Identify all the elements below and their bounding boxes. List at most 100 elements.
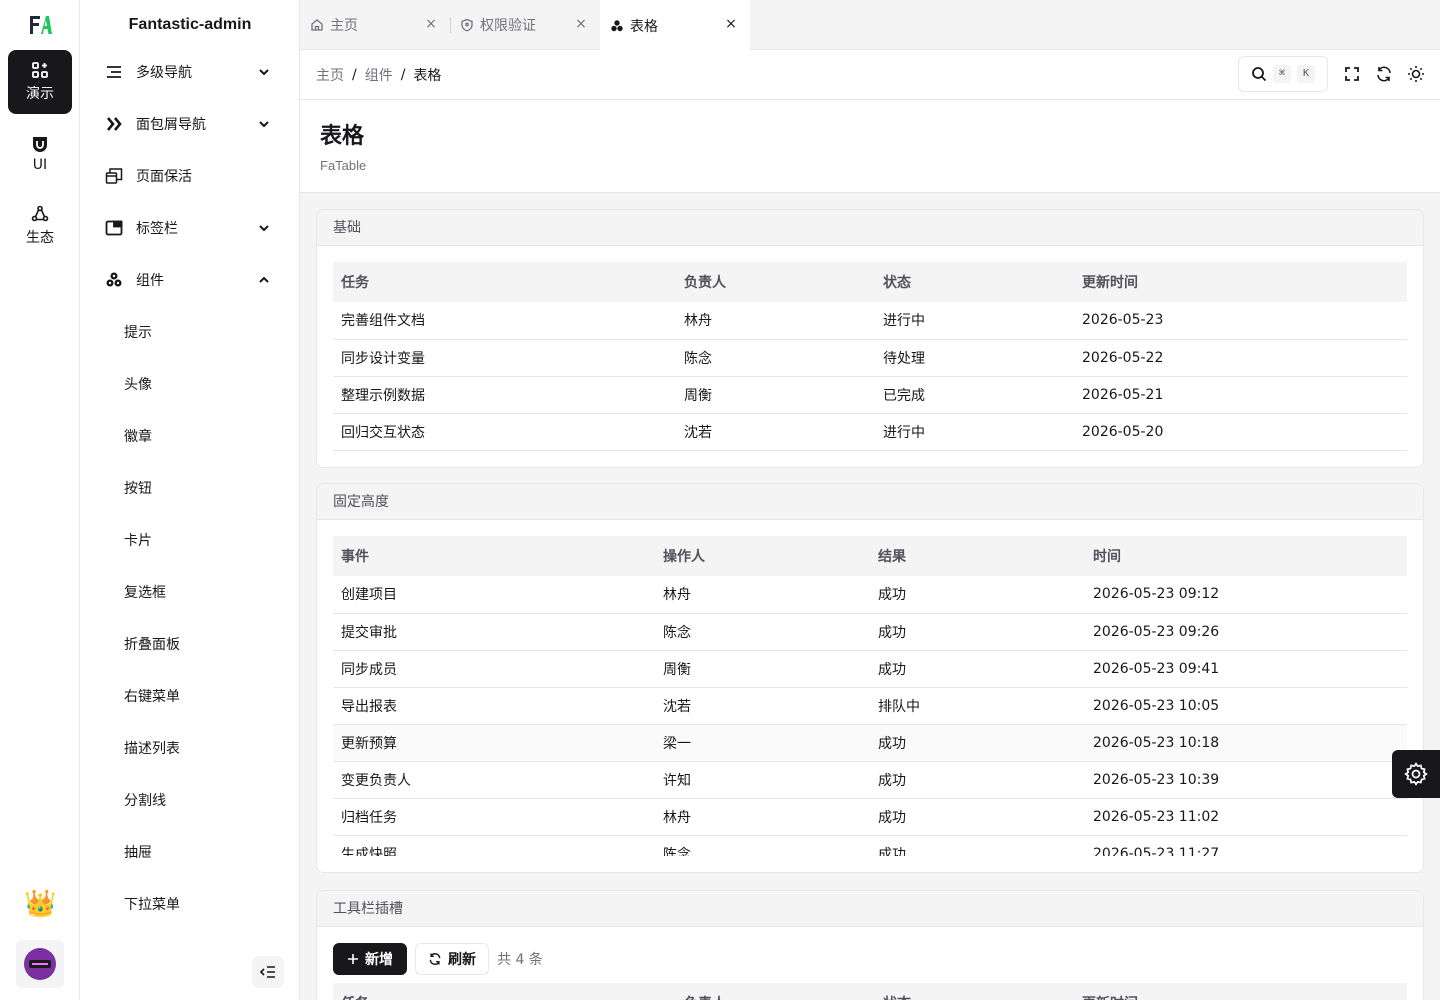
table-row[interactable]: 提交审批 陈念 成功 2026-05-23 09:26 <box>333 613 1407 651</box>
breadcrumb-separator: / <box>352 67 357 83</box>
submenu-item[interactable]: 抽屉 <box>96 830 284 874</box>
menu-item-label: 组件 <box>136 273 164 289</box>
card-body: 新增 刷新 共 4 条 任务 负责人 状态 更新时间 <box>317 927 1423 1000</box>
table-cell: 2026-05-23 09:26 <box>1085 613 1407 651</box>
sun-icon[interactable] <box>1407 65 1425 83</box>
table-cell: 2026-05-23 11:27 <box>1085 835 1407 856</box>
breadcrumb-item[interactable]: 组件 <box>365 65 393 85</box>
search-button[interactable]: ⌘ K <box>1238 56 1328 92</box>
submenu-item[interactable]: 按钮 <box>96 466 284 510</box>
ui-icon <box>33 137 47 152</box>
table-cell: 提交审批 <box>333 613 655 651</box>
submenu-item[interactable]: 徽章 <box>96 414 284 458</box>
toolbar-table: 任务 负责人 状态 更新时间 <box>333 983 1407 1000</box>
card-basic: 基础 任务 负责人 状态 更新时间 完善组件文档 林舟 进行中 2026-05-… <box>316 209 1424 468</box>
list-indent-icon <box>104 62 124 82</box>
table-row[interactable]: 整理示例数据 周衡 已完成 2026-05-21 <box>333 376 1407 414</box>
table-row[interactable]: 创建项目 林舟 成功 2026-05-23 09:12 <box>333 576 1407 614</box>
fullscreen-icon[interactable] <box>1343 65 1361 83</box>
submenu-item[interactable]: 下拉菜单 <box>96 882 284 926</box>
table-cell: 更新预算 <box>333 724 655 762</box>
double-chevron-icon <box>104 114 124 134</box>
table-cell: 成功 <box>870 650 1085 688</box>
card-body: 事件 操作人 结果 时间 创建项目 林舟 成功 2026-05-23 09:12 <box>317 520 1423 872</box>
table-row[interactable]: 更新预算 梁一 成功 2026-05-23 10:18 <box>333 724 1407 762</box>
close-icon[interactable]: × <box>724 17 738 31</box>
submenu-item[interactable]: 复选框 <box>96 570 284 614</box>
tab-home[interactable]: 主页 × <box>300 0 450 50</box>
menu-item-label: 页面保活 <box>136 169 192 185</box>
gear-icon <box>1404 762 1428 786</box>
crown-icon[interactable]: 👑 <box>24 888 56 920</box>
refresh-button[interactable]: 刷新 <box>415 943 489 975</box>
submenu-item[interactable]: 分割线 <box>96 778 284 822</box>
main-nav-demo[interactable]: 演示 <box>8 50 72 114</box>
add-button[interactable]: 新增 <box>333 943 407 975</box>
page-title: 表格 <box>320 124 365 149</box>
basic-table: 任务 负责人 状态 更新时间 完善组件文档 林舟 进行中 2026-05-23 … <box>333 262 1407 451</box>
tab-label: 权限验证 <box>480 18 536 34</box>
table-row[interactable]: 同步成员 周衡 成功 2026-05-23 09:41 <box>333 650 1407 688</box>
table-cell: 陈念 <box>676 339 875 377</box>
table-row[interactable]: 回归交互状态 沈若 进行中 2026-05-20 <box>333 413 1407 451</box>
close-icon[interactable]: × <box>424 17 438 31</box>
table-scroll-area[interactable]: 事件 操作人 结果 时间 创建项目 林舟 成功 2026-05-23 09:12 <box>333 536 1407 856</box>
close-icon[interactable]: × <box>574 17 588 31</box>
table-cell: 2026-05-23 09:12 <box>1085 576 1407 614</box>
main-nav-ui[interactable]: UI <box>8 122 72 186</box>
components-icon <box>104 270 124 290</box>
table-cell: 成功 <box>870 835 1085 856</box>
refresh-icon[interactable] <box>1375 65 1393 83</box>
chevron-down-icon <box>259 69 269 76</box>
chevron-down-icon <box>259 225 269 232</box>
main-nav-label: 生态 <box>26 230 54 246</box>
table-row[interactable]: 完善组件文档 林舟 进行中 2026-05-23 <box>333 302 1407 340</box>
table-row[interactable]: 生成快照 陈念 成功 2026-05-23 11:27 <box>333 835 1407 856</box>
submenu-item[interactable]: 头像 <box>96 362 284 406</box>
table-cell: 2026-05-21 <box>1074 376 1407 414</box>
submenu-item[interactable]: 描述列表 <box>96 726 284 770</box>
table-cell: 同步成员 <box>333 650 655 688</box>
menu-item-keep-alive[interactable]: 页面保活 <box>96 154 284 198</box>
menu-item-label: 面包屑导航 <box>136 117 206 133</box>
table-cell: 成功 <box>870 798 1085 836</box>
submenu-item[interactable]: 右键菜单 <box>96 674 284 718</box>
tab-permission[interactable]: 权限验证 × <box>450 0 600 50</box>
table-cell: 沈若 <box>676 413 875 451</box>
main-nav-ecosystem[interactable]: 生态 <box>8 194 72 258</box>
tab-label: 主页 <box>330 18 358 34</box>
submenu-item[interactable]: 提示 <box>96 310 284 354</box>
table-cell: 2026-05-23 10:05 <box>1085 687 1407 725</box>
table-row[interactable]: 归档任务 林舟 成功 2026-05-23 11:02 <box>333 798 1407 836</box>
menu-item-multilevel-nav[interactable]: 多级导航 <box>96 50 284 94</box>
table-cell: 成功 <box>870 576 1085 614</box>
table-row[interactable]: 同步设计变量 陈念 待处理 2026-05-22 <box>333 339 1407 377</box>
add-button-label: 新增 <box>365 952 393 968</box>
card-toolbar-slot: 工具栏插槽 新增 刷新 共 4 条 任务 负责人 状态 更新 <box>316 890 1424 1000</box>
submenu-item[interactable]: 折叠面板 <box>96 622 284 666</box>
card-body: 任务 负责人 状态 更新时间 完善组件文档 林舟 进行中 2026-05-23 … <box>317 246 1423 467</box>
kbd-key: K <box>1297 65 1315 83</box>
menu-item-components[interactable]: 组件 <box>96 258 284 302</box>
sidebar-collapse-button[interactable] <box>252 956 284 988</box>
menu-item-breadcrumb[interactable]: 面包屑导航 <box>96 102 284 146</box>
tab-table[interactable]: 表格 × <box>600 0 750 51</box>
shield-icon <box>461 18 473 32</box>
breadcrumb-item[interactable]: 主页 <box>316 65 344 85</box>
column-header: 状态 <box>875 983 1074 1000</box>
table-row[interactable]: 导出报表 沈若 排队中 2026-05-23 10:05 <box>333 687 1407 725</box>
refresh-button-label: 刷新 <box>448 952 476 968</box>
logo-icon[interactable] <box>28 14 52 36</box>
table-cell: 变更负责人 <box>333 761 655 799</box>
tab-icon <box>104 218 124 238</box>
breadcrumb-current: 表格 <box>413 68 442 84</box>
main-nav-label: UI <box>32 157 48 173</box>
table-row[interactable]: 变更负责人 许知 成功 2026-05-23 10:39 <box>333 761 1407 799</box>
components-icon <box>611 19 623 31</box>
submenu-item[interactable]: 卡片 <box>96 518 284 562</box>
menu-item-tabbar[interactable]: 标签栏 <box>96 206 284 250</box>
card-title: 基础 <box>317 210 1423 246</box>
user-avatar-button[interactable] <box>16 940 64 988</box>
table-header-row: 任务 负责人 状态 更新时间 <box>333 983 1407 1000</box>
settings-button[interactable] <box>1392 750 1440 798</box>
